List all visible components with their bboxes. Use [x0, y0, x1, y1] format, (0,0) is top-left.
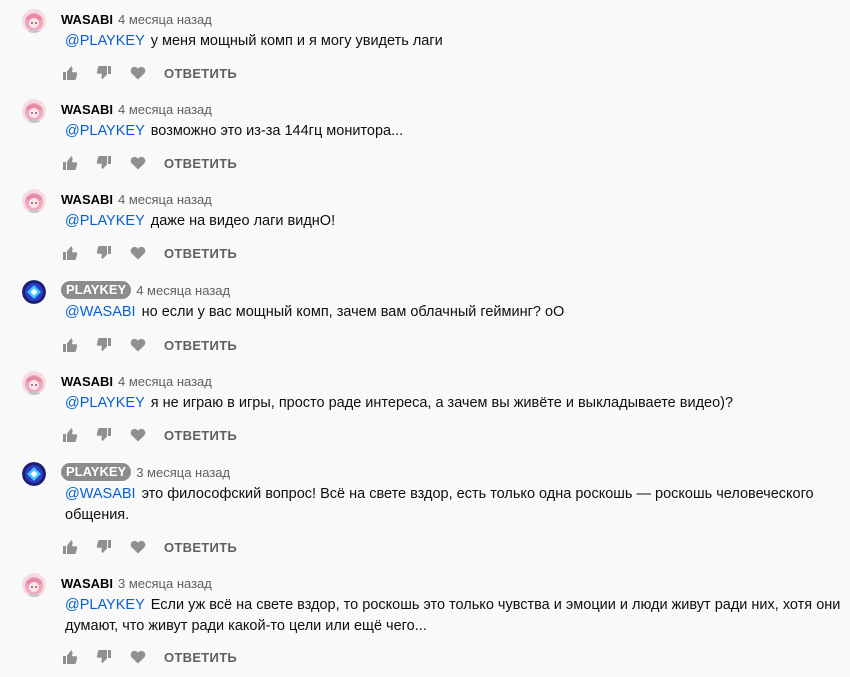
- comment-timestamp[interactable]: 4 месяца назад: [118, 12, 212, 27]
- avatar[interactable]: [22, 189, 46, 213]
- reply-button[interactable]: ОТВЕТИТЬ: [164, 650, 237, 665]
- mention-link[interactable]: @WASABI: [65, 486, 136, 502]
- comment-header: WASABI 4 месяца назад: [61, 9, 212, 29]
- thumbs-up-icon[interactable]: [62, 245, 78, 261]
- reply-button[interactable]: ОТВЕТИТЬ: [164, 338, 237, 353]
- comment-header: PLAYKEY 4 месяца назад: [61, 280, 230, 300]
- comment-actions: ОТВЕТИТЬ: [62, 63, 237, 83]
- mention-link[interactable]: @PLAYKEY: [65, 597, 145, 613]
- heart-icon[interactable]: [130, 427, 146, 443]
- comment-actions: ОТВЕТИТЬ: [62, 425, 237, 445]
- comment-text: @PLAYKEY у меня мощный комп и я могу увид…: [65, 31, 845, 52]
- thumbs-up-icon[interactable]: [62, 65, 78, 81]
- heart-icon[interactable]: [130, 539, 146, 555]
- comment-timestamp[interactable]: 3 месяца назад: [136, 465, 230, 480]
- avatar[interactable]: [22, 280, 46, 304]
- heart-icon[interactable]: [130, 337, 146, 353]
- comment-header: WASABI 4 месяца назад: [61, 99, 212, 119]
- author-name[interactable]: WASABI: [61, 192, 113, 207]
- avatar[interactable]: [22, 462, 46, 486]
- comment-body: но если у вас мощный комп, зачем вам обл…: [141, 304, 565, 320]
- comment-body: у меня мощный комп и я могу увидеть лаги: [150, 33, 443, 49]
- thumbs-up-icon[interactable]: [62, 539, 78, 555]
- comment-timestamp[interactable]: 4 месяца назад: [118, 102, 212, 117]
- author-name[interactable]: WASABI: [61, 576, 113, 591]
- author-name[interactable]: PLAYKEY: [61, 463, 132, 481]
- comment-header: WASABI 3 месяца назад: [61, 573, 212, 593]
- comment-actions: ОТВЕТИТЬ: [62, 335, 237, 355]
- thumbs-down-icon[interactable]: [96, 337, 112, 353]
- mention-link[interactable]: @PLAYKEY: [65, 33, 145, 49]
- comment-text: @WASABI это философский вопрос! Всё на св…: [65, 484, 845, 526]
- mention-link[interactable]: @PLAYKEY: [65, 213, 145, 229]
- heart-icon[interactable]: [130, 649, 146, 665]
- comment-text: @PLAYKEY я не играю в игры, просто раде и…: [65, 393, 845, 414]
- mention-link[interactable]: @PLAYKEY: [65, 395, 145, 411]
- comment-timestamp[interactable]: 3 месяца назад: [118, 576, 212, 591]
- comment-header: PLAYKEY 3 месяца назад: [61, 462, 230, 482]
- thumbs-up-icon[interactable]: [62, 427, 78, 443]
- comment-timestamp[interactable]: 4 месяца назад: [118, 374, 212, 389]
- avatar[interactable]: [22, 573, 46, 597]
- heart-icon[interactable]: [130, 155, 146, 171]
- comment-text: @PLAYKEY Если уж всё на свете вздор, то р…: [65, 595, 845, 637]
- thumbs-down-icon[interactable]: [96, 427, 112, 443]
- heart-icon[interactable]: [130, 65, 146, 81]
- mention-link[interactable]: @PLAYKEY: [65, 123, 145, 139]
- author-name[interactable]: PLAYKEY: [61, 281, 132, 299]
- comment-text: @PLAYKEY даже на видео лаги виднО!: [65, 211, 845, 232]
- comment-text: @WASABI но если у вас мощный комп, зачем …: [65, 302, 845, 323]
- mention-link[interactable]: @WASABI: [65, 304, 136, 320]
- comment-actions: ОТВЕТИТЬ: [62, 153, 237, 173]
- comment-body: это философский вопрос! Всё на свете взд…: [65, 486, 814, 523]
- comment-actions: ОТВЕТИТЬ: [62, 647, 237, 667]
- comment-header: WASABI 4 месяца назад: [61, 371, 212, 391]
- thumbs-down-icon[interactable]: [96, 155, 112, 171]
- comment-actions: ОТВЕТИТЬ: [62, 243, 237, 263]
- comment-header: WASABI 4 месяца назад: [61, 189, 212, 209]
- comment-body: возможно это из-за 144гц монитора...: [150, 123, 404, 139]
- reply-button[interactable]: ОТВЕТИТЬ: [164, 246, 237, 261]
- thumbs-down-icon[interactable]: [96, 649, 112, 665]
- avatar[interactable]: [22, 99, 46, 123]
- avatar[interactable]: [22, 371, 46, 395]
- author-name[interactable]: WASABI: [61, 374, 113, 389]
- comment-actions: ОТВЕТИТЬ: [62, 537, 237, 557]
- thumbs-up-icon[interactable]: [62, 337, 78, 353]
- avatar[interactable]: [22, 9, 46, 33]
- author-name[interactable]: WASABI: [61, 102, 113, 117]
- reply-button[interactable]: ОТВЕТИТЬ: [164, 66, 237, 81]
- reply-button[interactable]: ОТВЕТИТЬ: [164, 428, 237, 443]
- heart-icon[interactable]: [130, 245, 146, 261]
- reply-button[interactable]: ОТВЕТИТЬ: [164, 156, 237, 171]
- comment-timestamp[interactable]: 4 месяца назад: [118, 192, 212, 207]
- reply-button[interactable]: ОТВЕТИТЬ: [164, 540, 237, 555]
- thumbs-down-icon[interactable]: [96, 65, 112, 81]
- comment-body: даже на видео лаги виднО!: [150, 213, 336, 229]
- thumbs-down-icon[interactable]: [96, 539, 112, 555]
- comment-body: Если уж всё на свете вздор, то роскошь э…: [65, 597, 841, 634]
- thumbs-down-icon[interactable]: [96, 245, 112, 261]
- comment-body: я не играю в игры, просто раде интереса,…: [150, 395, 734, 411]
- comment-thread: WASABI 4 месяца назад @PLAYKEY у меня мощны…: [0, 0, 850, 677]
- comment-text: @PLAYKEY возможно это из-за 144гц монитор…: [65, 121, 845, 142]
- comment-timestamp[interactable]: 4 месяца назад: [136, 283, 230, 298]
- thumbs-up-icon[interactable]: [62, 155, 78, 171]
- thumbs-up-icon[interactable]: [62, 649, 78, 665]
- author-name[interactable]: WASABI: [61, 12, 113, 27]
